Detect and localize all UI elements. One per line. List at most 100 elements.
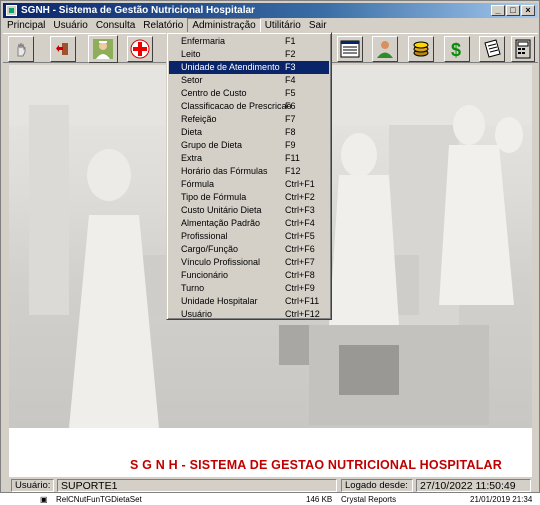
menu-item-label: Custo Unitário Dieta	[181, 205, 262, 215]
menu-item-label: Extra	[181, 153, 203, 163]
menu-item-horario-das-formulas[interactable]: Horário das Fórmulas F12	[169, 165, 329, 178]
menu-item-grupo-de-dieta[interactable]: Grupo de Dieta F9	[169, 139, 329, 152]
calculator-icon	[515, 39, 531, 59]
menu-item-shortcut: F11	[285, 153, 300, 163]
menu-item-label: Cargo/Função	[181, 244, 239, 254]
menu-item-shortcut: Ctrl+F6	[285, 244, 315, 254]
window-title: SGNH - Sistema de Gestão Nutricional Hos…	[21, 5, 255, 16]
menu-item-shortcut: Ctrl+F12	[285, 309, 320, 319]
menu-item-shortcut: F8	[285, 127, 296, 137]
window-list-button[interactable]	[337, 36, 363, 62]
menu-item-formula[interactable]: Fórmula Ctrl+F1	[169, 178, 329, 191]
checklist-button[interactable]	[479, 36, 505, 62]
menu-item-label: Profissional	[181, 231, 228, 241]
menu-item-shortcut: F6	[285, 101, 296, 111]
menu-item-refeicao[interactable]: Refeição F7	[169, 113, 329, 126]
menu-administracao[interactable]: Administração	[187, 18, 261, 33]
user-value: SUPORTE1	[57, 479, 337, 492]
menu-item-alimentacao-padrao[interactable]: Almentação Padrão Ctrl+F4	[169, 217, 329, 230]
menu-item-enfermaria[interactable]: Enfermaria F1	[169, 35, 329, 48]
menu-item-label: Refeição	[181, 114, 217, 124]
user-button[interactable]	[372, 36, 398, 62]
user-label: Usuário:	[11, 479, 55, 492]
menu-item-vinculo-profissional[interactable]: Vínculo Profissional Ctrl+F7	[169, 256, 329, 269]
menu-item-shortcut: Ctrl+F4	[285, 218, 315, 228]
menu-item-turno[interactable]: Turno Ctrl+F9	[169, 282, 329, 295]
menu-item-leito[interactable]: Leito F2	[169, 48, 329, 61]
menu-item-shortcut: Ctrl+F7	[285, 257, 315, 267]
menu-item-usuario[interactable]: Usuário Ctrl+F12	[169, 308, 329, 321]
calculator-button[interactable]	[511, 36, 535, 62]
menu-item-label: Classificacao de Prescricao	[181, 101, 292, 111]
menu-item-funcionario[interactable]: Funcionário Ctrl+F8	[169, 269, 329, 282]
nurse-icon	[93, 39, 113, 59]
menu-item-label: Dieta	[181, 127, 203, 137]
menu-item-shortcut: Ctrl+F11	[285, 296, 320, 306]
menu-item-shortcut: F1	[285, 36, 296, 46]
menu-item-label: Turno	[181, 283, 205, 293]
svg-text:$: $	[451, 40, 461, 59]
minimize-button[interactable]: _	[491, 5, 505, 16]
red-cross-icon	[130, 39, 150, 59]
close-button[interactable]: ×	[521, 5, 535, 16]
menu-item-tipo-de-formula[interactable]: Tipo de Fórmula Ctrl+F2	[169, 191, 329, 204]
menu-usuario[interactable]: Usuário	[49, 18, 91, 33]
exit-button[interactable]	[50, 36, 76, 62]
menu-item-shortcut: Ctrl+F9	[285, 283, 315, 293]
hand-icon	[17, 42, 26, 57]
menu-utilitario[interactable]: Utilitário	[261, 18, 305, 33]
menu-item-label: Enfermaria	[181, 36, 226, 46]
exit-door-icon	[56, 43, 68, 55]
menu-item-unidade-de-atendimento[interactable]: Unidade de Atendimento F3	[169, 61, 329, 74]
menu-item-shortcut: Ctrl+F2	[285, 192, 315, 202]
coins-button[interactable]	[408, 36, 434, 62]
menu-item-custo-unitario-dieta[interactable]: Custo Unitário Dieta Ctrl+F3	[169, 204, 329, 217]
hand-button[interactable]	[8, 36, 34, 62]
window-list-icon	[340, 40, 360, 58]
menu-item-label: Unidade Hospitalar	[181, 296, 258, 306]
menu-item-label: Unidade de Atendimento	[181, 62, 280, 72]
checklist-icon	[484, 39, 501, 58]
menu-item-unidade-hospitalar[interactable]: Unidade Hospitalar Ctrl+F11	[169, 295, 329, 308]
menu-item-cargo-funcao[interactable]: Cargo/Função Ctrl+F6	[169, 243, 329, 256]
menu-item-label: Fórmula	[181, 179, 215, 189]
system-banner: S G N H - SISTEMA DE GESTAO NUTRICIONAL …	[9, 428, 532, 477]
maximize-button[interactable]: □	[506, 5, 520, 16]
menu-item-label: Leito	[181, 49, 201, 59]
red-cross-button[interactable]	[127, 36, 153, 62]
app-icon[interactable]	[6, 5, 17, 16]
menu-sair[interactable]: Sair	[305, 18, 331, 33]
file-name: RelCNutFunTGDietaSet	[56, 495, 142, 504]
menu-item-label: Tipo de Fórmula	[181, 192, 247, 202]
menu-bar: Principal Usuário Consulta Relatório Adm…	[3, 18, 538, 33]
nurse-button[interactable]	[88, 35, 118, 63]
menu-item-shortcut: F4	[285, 75, 296, 85]
menu-item-shortcut: F2	[285, 49, 296, 59]
menu-item-centro-de-custo[interactable]: Centro de Custo F5	[169, 87, 329, 100]
logged-value: 27/10/2022 11:50:49	[416, 479, 531, 492]
menu-item-label: Usuário	[181, 309, 213, 319]
dollar-button[interactable]: $	[444, 36, 470, 62]
menu-item-label: Vínculo Profissional	[181, 257, 261, 267]
menu-item-label: Grupo de Dieta	[181, 140, 243, 150]
menu-item-label: Horário das Fórmulas	[181, 166, 268, 176]
menu-item-shortcut: Ctrl+F3	[285, 205, 315, 215]
menu-consulta[interactable]: Consulta	[92, 18, 139, 33]
menu-relatorio[interactable]: Relatório	[139, 18, 187, 33]
menu-item-dieta[interactable]: Dieta F8	[169, 126, 329, 139]
menu-item-classificacao-de-prescricao[interactable]: Classificacao de Prescricao F6	[169, 100, 329, 113]
menu-item-label: Setor	[181, 75, 203, 85]
file-icon: ▣	[40, 495, 48, 504]
file-type: Crystal Reports	[341, 495, 397, 504]
menu-item-extra[interactable]: Extra F11	[169, 152, 329, 165]
menu-item-profissional[interactable]: Profissional Ctrl+F5	[169, 230, 329, 243]
menu-item-label: Funcionário	[181, 270, 229, 280]
status-bar: Usuário: SUPORTE1 Logado desde: 27/10/20…	[3, 479, 538, 493]
title-bar[interactable]: SGNH - Sistema de Gestão Nutricional Hos…	[3, 3, 538, 18]
menu-principal[interactable]: Principal	[3, 18, 49, 33]
menu-item-shortcut: F12	[285, 166, 301, 176]
window-controls: _ □ ×	[491, 5, 535, 16]
menu-item-setor[interactable]: Setor F4	[169, 74, 329, 87]
user-green-icon	[377, 41, 393, 58]
menu-item-label: Almentação Padrão	[181, 218, 261, 228]
